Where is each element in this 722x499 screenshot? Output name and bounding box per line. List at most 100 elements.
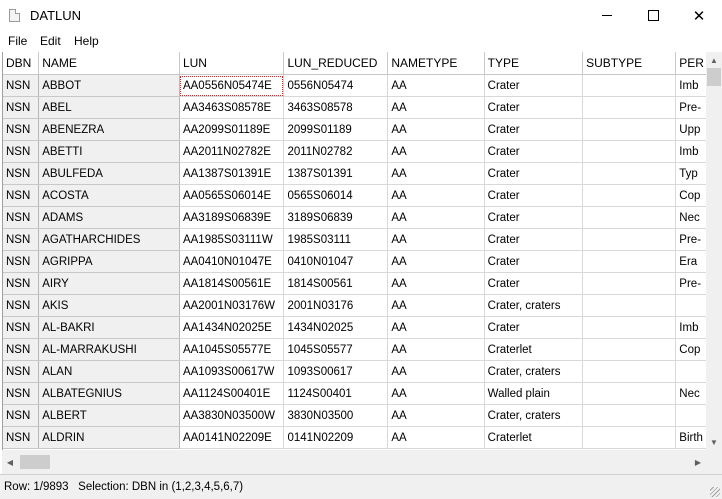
cell-type[interactable]: Crater, craters — [484, 360, 584, 383]
cell-subtype[interactable] — [582, 294, 677, 317]
resize-grip-icon[interactable] — [710, 487, 720, 497]
cell-lun[interactable]: AA2011N02782E — [179, 140, 285, 163]
cell-lun-reduced[interactable]: 3463S08578 — [283, 96, 389, 119]
cell-nametype[interactable]: AA — [387, 74, 485, 97]
cell-subtype[interactable] — [582, 118, 677, 141]
cell-type[interactable]: Crater — [484, 316, 584, 339]
cell-name[interactable]: AKIS — [38, 294, 180, 317]
column-header-nametype[interactable]: NAMETYPE — [387, 52, 485, 75]
cell-dbn[interactable]: NSN — [3, 404, 40, 427]
table-row[interactable]: NSN AGRIPPA AA0410N01047E 0410N01047 AA Crate… — [3, 250, 707, 273]
cell-name[interactable]: AGATHARCHIDES — [38, 228, 180, 251]
cell-nametype[interactable]: AA — [387, 162, 485, 185]
cell-per[interactable]: Imb — [675, 316, 707, 339]
cell-dbn[interactable]: NSN — [3, 316, 40, 339]
cell-per[interactable]: Typ — [675, 162, 707, 185]
cell-nametype[interactable]: AA — [387, 272, 485, 295]
cell-lun[interactable]: AA0410N01047E — [179, 250, 285, 273]
cell-lun[interactable]: AA3189S06839E — [179, 206, 285, 229]
cell-per[interactable]: Imb — [675, 140, 707, 163]
table-row[interactable]: NSN ALAN AA1093S00617W 1093S00617 AA Crater, … — [3, 360, 707, 383]
cell-type[interactable]: Crater, craters — [484, 404, 584, 427]
cell-lun[interactable]: AA1045S05577E — [179, 338, 285, 361]
cell-lun[interactable]: AA2001N03176W — [179, 294, 285, 317]
cell-subtype[interactable] — [582, 272, 677, 295]
cell-per[interactable]: Pre- — [675, 228, 707, 251]
cell-dbn[interactable]: NSN — [3, 360, 40, 383]
cell-per[interactable]: Era — [675, 250, 707, 273]
cell-name[interactable]: ACOSTA — [38, 184, 180, 207]
menu-file[interactable]: File — [8, 34, 27, 48]
cell-per[interactable]: Upp — [675, 118, 707, 141]
table-row[interactable]: NSN ALBERT AA3830N03500W 3830N03500 AA Crater… — [3, 404, 707, 427]
cell-nametype[interactable]: AA — [387, 382, 485, 405]
cell-per[interactable]: Pre- — [675, 272, 707, 295]
menu-edit[interactable]: Edit — [40, 34, 61, 48]
column-header-dbn[interactable]: DBN — [3, 52, 40, 75]
cell-dbn[interactable]: NSN — [3, 184, 40, 207]
horizontal-scroll-thumb[interactable] — [20, 455, 50, 469]
scroll-left-icon[interactable]: ◀ — [2, 454, 18, 470]
cell-type[interactable]: Crater — [484, 118, 584, 141]
cell-name[interactable]: ADAMS — [38, 206, 180, 229]
cell-nametype[interactable]: AA — [387, 250, 485, 273]
cell-lun[interactable]: AA1814S00561E — [179, 272, 285, 295]
cell-lun-reduced[interactable]: 1985S03111 — [283, 228, 389, 251]
cell-type[interactable]: Crater — [484, 206, 584, 229]
cell-subtype[interactable] — [582, 228, 677, 251]
cell-subtype[interactable] — [582, 316, 677, 339]
cell-name[interactable]: ABENEZRA — [38, 118, 180, 141]
cell-subtype[interactable] — [582, 382, 677, 405]
close-button[interactable]: ✕ — [676, 0, 722, 31]
cell-lun[interactable]: AA1387S01391E — [179, 162, 285, 185]
cell-nametype[interactable]: AA — [387, 294, 485, 317]
cell-lun-reduced[interactable]: 0141N02209 — [283, 426, 389, 449]
cell-dbn[interactable]: NSN — [3, 162, 40, 185]
cell-subtype[interactable] — [582, 96, 677, 119]
cell-lun[interactable]: AA1093S00617W — [179, 360, 285, 383]
cell-subtype[interactable] — [582, 184, 677, 207]
cell-lun[interactable]: AA1985S03111W — [179, 228, 285, 251]
scroll-down-icon[interactable]: ▼ — [706, 434, 722, 450]
cell-lun-reduced[interactable]: 1124S00401 — [283, 382, 389, 405]
cell-name[interactable]: ALAN — [38, 360, 180, 383]
vertical-scrollbar[interactable]: ▲ ▼ — [706, 52, 722, 450]
vertical-scroll-thumb[interactable] — [707, 68, 721, 86]
column-header-name[interactable]: NAME — [38, 52, 180, 75]
table-row[interactable]: NSN ADAMS AA3189S06839E 3189S06839 AA Crater N… — [3, 206, 707, 229]
cell-dbn[interactable]: NSN — [3, 206, 40, 229]
cell-nametype[interactable]: AA — [387, 206, 485, 229]
cell-lun[interactable]: AA0565S06014E — [179, 184, 285, 207]
cell-type[interactable]: Craterlet — [484, 338, 584, 361]
table-row[interactable]: NSN AIRY AA1814S00561E 1814S00561 AA Crater Pr… — [3, 272, 707, 295]
cell-name[interactable]: ABBOT — [38, 74, 180, 97]
cell-dbn[interactable]: NSN — [3, 96, 40, 119]
cell-per[interactable]: Birth — [675, 426, 707, 449]
cell-lun-reduced[interactable]: 1434N02025 — [283, 316, 389, 339]
column-header-per[interactable]: PER — [675, 52, 707, 75]
cell-subtype[interactable] — [582, 404, 677, 427]
cell-nametype[interactable]: AA — [387, 338, 485, 361]
column-header-type[interactable]: TYPE — [484, 52, 584, 75]
table-row[interactable]: NSN ABULFEDA AA1387S01391E 1387S01391 AA Crat… — [3, 162, 707, 185]
cell-name[interactable]: AL-MARRAKUSHI — [38, 338, 180, 361]
cell-nametype[interactable]: AA — [387, 404, 485, 427]
cell-lun[interactable]: AA3830N03500W — [179, 404, 285, 427]
cell-per[interactable] — [675, 404, 707, 427]
title-bar[interactable]: DATLUN ✕ — [0, 0, 722, 31]
table-row[interactable]: NSN AGATHARCHIDES AA1985S03111W 1985S03111 A… — [3, 228, 707, 251]
cell-dbn[interactable]: NSN — [3, 294, 40, 317]
column-header-subtype[interactable]: SUBTYPE — [582, 52, 677, 75]
cell-per[interactable]: Cop — [675, 184, 707, 207]
menu-help[interactable]: Help — [74, 34, 99, 48]
cell-lun-reduced[interactable]: 2011N02782 — [283, 140, 389, 163]
cell-dbn[interactable]: NSN — [3, 272, 40, 295]
cell-dbn[interactable]: NSN — [3, 338, 40, 361]
cell-name[interactable]: AL-BAKRI — [38, 316, 180, 339]
table-row[interactable]: NSN ABENEZRA AA2099S01189E 2099S01189 AA Crat… — [3, 118, 707, 141]
cell-lun-reduced[interactable]: 1093S00617 — [283, 360, 389, 383]
cell-dbn[interactable]: NSN — [3, 74, 40, 97]
cell-name[interactable]: ALDRIN — [38, 426, 180, 449]
maximize-button[interactable] — [630, 0, 676, 31]
cell-subtype[interactable] — [582, 162, 677, 185]
